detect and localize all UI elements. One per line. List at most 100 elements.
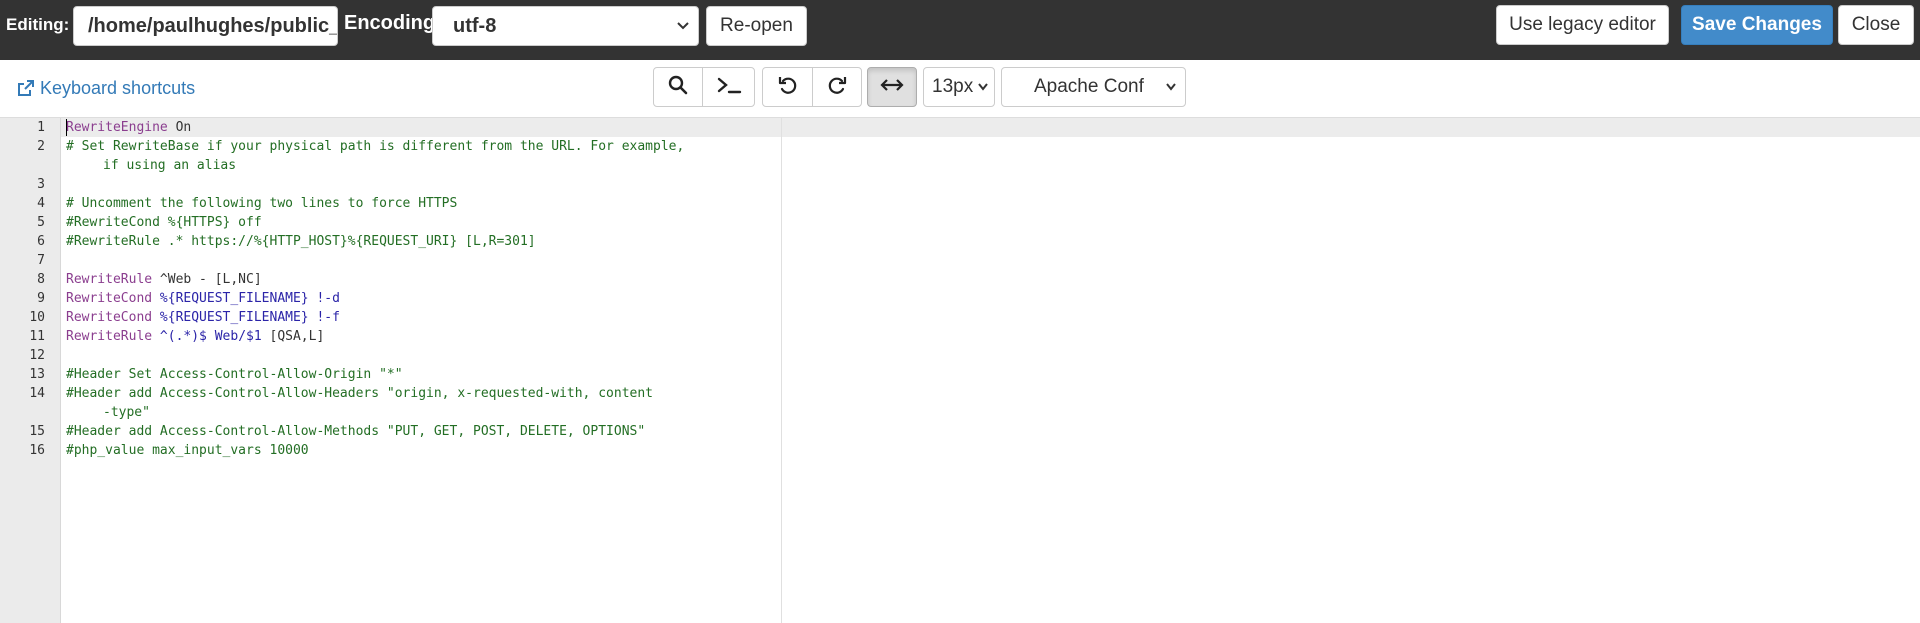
line-number: 6 [37, 234, 45, 249]
code-token: [QSA,L] [261, 329, 325, 344]
reopen-button[interactable]: Re-open [706, 6, 807, 46]
line-text: RewriteEngine On [66, 118, 191, 137]
code-line[interactable]: 9 RewriteCond %{REQUEST_FILENAME} !-d [0, 289, 1920, 308]
keyboard-shortcuts-link[interactable]: Keyboard shortcuts [17, 77, 195, 99]
code-line[interactable]: 16 #php_value max_input_vars 10000 [0, 441, 1920, 460]
line-number: 8 [37, 272, 45, 287]
line-text: #RewriteCond %{HTTPS} off [66, 213, 262, 232]
goto-line-button[interactable] [702, 67, 755, 107]
terminal-icon [716, 75, 742, 100]
code-line[interactable]: 2 # Set RewriteBase if your physical path… [0, 137, 1920, 156]
code-token: #RewriteRule .* https://%{HTTP_HOST}%{RE… [66, 234, 536, 249]
code-line[interactable]: 13 #Header Set Access-Control-Allow-Origi… [0, 365, 1920, 384]
code-line[interactable]: 14 #Header add Access-Control-Allow-Heade… [0, 384, 1920, 403]
line-text: RewriteRule ^Web - [L,NC] [66, 270, 262, 289]
line-text: #Header Set Access-Control-Allow-Origin … [66, 365, 403, 384]
code-token: RewriteCond [66, 310, 153, 325]
language-mode-value: Apache Conf [1034, 76, 1144, 97]
font-size-value: 13px [932, 76, 974, 97]
code-token: -type" [103, 405, 150, 420]
encoding-value: utf-8 [453, 15, 497, 37]
line-number: 4 [37, 196, 45, 211]
line-number: 11 [29, 329, 45, 344]
code-line[interactable]: 6 #RewriteRule .* https://%{HTTP_HOST}%{R… [0, 232, 1920, 251]
save-changes-button[interactable]: Save Changes [1681, 5, 1833, 45]
code-line[interactable]: 11 RewriteRule ^(.*)$ Web/$1 [QSA,L] [0, 327, 1920, 346]
close-button[interactable]: Close [1838, 5, 1914, 45]
code-token: # Uncomment the following two lines to f… [66, 196, 458, 211]
line-text: # Uncomment the following two lines to f… [66, 194, 457, 213]
redo-icon [826, 74, 848, 101]
redo-button[interactable] [812, 67, 862, 107]
editor-header-bar: Editing: /home/paulhughes/public_html/.h… [0, 0, 1920, 60]
line-number: 2 [37, 139, 45, 154]
chevron-down-icon [676, 7, 690, 59]
word-wrap-toggle[interactable] [867, 67, 917, 107]
wrapped-text: if using an alias [103, 156, 236, 175]
external-link-icon [17, 78, 40, 98]
font-size-select[interactable]: 13px [923, 67, 995, 107]
code-line[interactable]: 7 [0, 251, 1920, 270]
chevron-down-icon [1165, 68, 1177, 120]
line-text: #Header add Access-Control-Allow-Methods… [66, 422, 645, 441]
code-token: # Set RewriteBase if your physical path … [66, 139, 685, 154]
code-token: %{REQUEST_FILENAME} [159, 310, 309, 325]
line-text: #Header add Access-Control-Allow-Headers… [66, 384, 653, 403]
line-number: 9 [37, 291, 45, 306]
line-text: #RewriteRule .* https://%{HTTP_HOST}%{RE… [66, 232, 536, 251]
code-line-wrap[interactable]: if using an alias [0, 156, 1920, 175]
code-token: %{REQUEST_FILENAME} [159, 291, 309, 306]
code-token: RewriteRule [66, 272, 153, 287]
code-line[interactable]: 15 #Header add Access-Control-Allow-Metho… [0, 422, 1920, 441]
line-text: RewriteCond %{REQUEST_FILENAME} !-f [66, 308, 340, 327]
code-line[interactable]: 8 RewriteRule ^Web - [L,NC] [0, 270, 1920, 289]
code-token: On [167, 120, 192, 135]
line-text: # Set RewriteBase if your physical path … [66, 137, 684, 156]
code-token: if using an alias [103, 158, 237, 173]
chevron-down-icon [977, 68, 989, 120]
code-line[interactable]: 1 RewriteEngine On [0, 118, 1920, 137]
line-number: 7 [37, 253, 45, 268]
line-text: RewriteCond %{REQUEST_FILENAME} !-d [66, 289, 340, 308]
editing-label: Editing: [6, 15, 70, 34]
undo-icon [777, 74, 799, 101]
wrap-icon [880, 78, 904, 97]
line-number: 3 [37, 177, 45, 192]
code-line[interactable]: 12 [0, 346, 1920, 365]
line-number: 16 [29, 443, 45, 458]
line-number: 15 [29, 424, 45, 439]
code-line-wrap[interactable]: -type" [0, 403, 1920, 422]
line-text: RewriteRule ^(.*)$ Web/$1 [QSA,L] [66, 327, 324, 346]
language-mode-select[interactable]: Apache Conf [1001, 67, 1186, 107]
code-line[interactable]: 4 # Uncomment the following two lines to … [0, 194, 1920, 213]
line-number: 5 [37, 215, 45, 230]
encoding-label: Encoding: [344, 12, 442, 34]
code-line[interactable]: 10 RewriteCond %{REQUEST_FILENAME} !-f [0, 308, 1920, 327]
code-token: #Header add Access-Control-Allow-Methods… [66, 424, 646, 439]
code-token: !-f [308, 310, 340, 325]
keyboard-shortcuts-label: Keyboard shortcuts [40, 78, 196, 98]
line-number: 14 [29, 386, 45, 401]
undo-button[interactable] [762, 67, 813, 107]
code-token: ^Web - [L,NC] [152, 272, 262, 287]
code-token: ^(.*)$ Web/$1 [159, 329, 262, 344]
file-path-input[interactable]: /home/paulhughes/public_html/.htaccess [73, 6, 338, 46]
search-icon [668, 75, 688, 100]
code-token: #Header Set Access-Control-Allow-Origin … [66, 367, 403, 382]
code-token: RewriteRule [66, 329, 153, 344]
code-token: RewriteEngine [66, 120, 168, 135]
code-editor[interactable]: 1 RewriteEngine On 2 # Set RewriteBase if y… [0, 117, 1920, 623]
legacy-editor-button[interactable]: Use legacy editor [1496, 5, 1669, 45]
search-button[interactable] [653, 67, 703, 107]
line-text: #php_value max_input_vars 10000 [66, 441, 309, 460]
encoding-select[interactable]: utf-8 [432, 6, 699, 46]
code-line[interactable]: 3 [0, 175, 1920, 194]
line-number: 12 [29, 348, 45, 363]
code-line[interactable]: 5 #RewriteCond %{HTTPS} off [0, 213, 1920, 232]
code-token: RewriteCond [66, 291, 153, 306]
editor-toolbar: Keyboard shortcuts 13px Apache Conf [0, 60, 1920, 118]
text-cursor [66, 119, 67, 136]
